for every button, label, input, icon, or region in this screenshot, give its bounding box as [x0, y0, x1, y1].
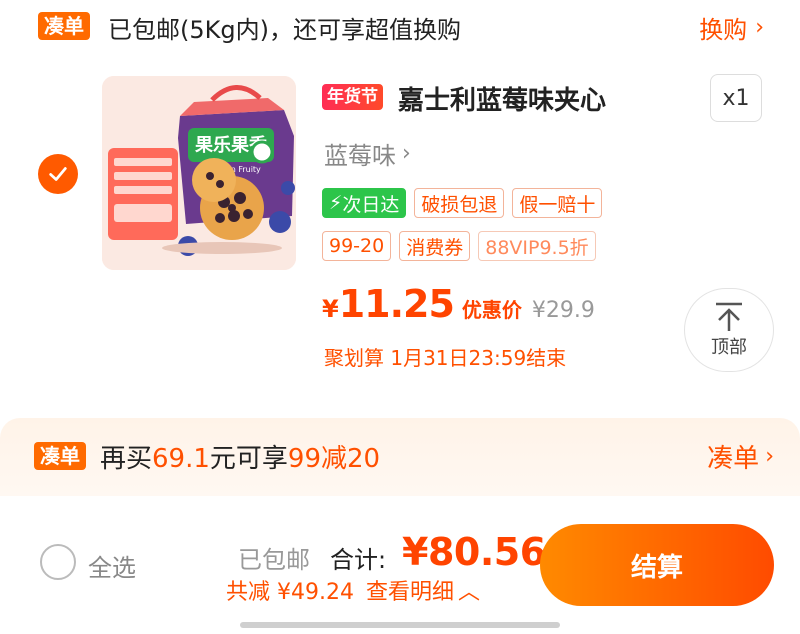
chevron-up-icon: ︿ — [458, 580, 481, 605]
variant-selector[interactable]: 蓝莓味 › — [324, 136, 411, 171]
lightning-icon: ⚡ — [329, 192, 343, 214]
saving-amount: 共减 ¥49.24 — [226, 580, 354, 605]
badge-next-day: ⚡ 次日达 — [322, 188, 407, 218]
checkout-button[interactable]: 结算 — [540, 524, 774, 606]
addon-tag: 凑单 — [34, 442, 86, 470]
select-all-label[interactable]: 全选 — [88, 548, 136, 583]
exchange-label: 换购 — [699, 16, 748, 44]
price-value: 11.25 — [338, 282, 455, 326]
quantity-selector[interactable]: x1 — [710, 74, 762, 122]
chevron-right-icon: › — [765, 444, 774, 469]
product-image[interactable]: 果乐果香 Fruit Fun Fruity — [102, 76, 296, 270]
addon-text: 再买69.1元可享99减20 — [100, 444, 381, 474]
original-price: ¥29.9 — [531, 298, 595, 323]
shipping-status-text: 已包邮(5Kg内)，还可享超值换购 — [108, 16, 461, 44]
addon-link-label: 凑单 — [707, 444, 760, 474]
view-details-link[interactable]: 查看明细 ︿ — [366, 574, 480, 606]
service-badges: ⚡ 次日达 破损包退 假一赔十 99-20 消费券 88VIP9.5折 — [322, 188, 642, 261]
price-label: 优惠价 — [461, 298, 522, 322]
promo-tag: 年货节 — [322, 84, 383, 110]
variant-label: 蓝莓味 — [324, 142, 396, 170]
badge-damage-refund: 破损包退 — [414, 188, 505, 218]
arrow-up-icon — [716, 302, 742, 331]
product-title[interactable]: 嘉士利蓝莓味夹心 — [398, 80, 606, 117]
chevron-right-icon: › — [755, 15, 764, 40]
chevron-right-icon: › — [402, 141, 411, 166]
badge-coupon-discount: 99-20 — [322, 231, 392, 261]
quantity-value: x1 — [722, 85, 750, 111]
checkmark-icon — [49, 167, 67, 181]
checkout-bar: 全选 已包邮 合计: ¥80.56 共减 ¥49.24 查看明细 ︿ 结算 — [0, 496, 800, 634]
home-indicator — [240, 622, 560, 628]
select-all-checkbox[interactable] — [40, 544, 76, 580]
back-to-top-label: 顶部 — [711, 337, 747, 358]
total-amount: ¥80.56 — [402, 530, 546, 574]
promotion-deadline: 聚划算 1月31日23:59结束 — [324, 346, 567, 370]
free-shipping-label: 已包邮 — [238, 546, 310, 574]
addon-tag: 凑单 — [38, 12, 90, 40]
shipping-bar: 凑单 已包邮(5Kg内)，还可享超值换购 换购 › — [0, 0, 800, 54]
addon-deal: 99减20 — [287, 444, 381, 474]
total-label: 合计: — [330, 546, 387, 574]
exchange-link[interactable]: 换购 › — [699, 10, 764, 45]
addon-amount: 69.1 — [152, 444, 210, 474]
saving-row: 共减 ¥49.24 查看明细 ︿ — [226, 574, 480, 606]
badge-consumer-voucher: 消费券 — [399, 231, 471, 261]
back-to-top-button[interactable]: 顶部 — [684, 288, 774, 372]
price-row: ¥ 11.25 优惠价 ¥29.9 — [322, 282, 595, 326]
addon-suggestion-bar: 凑单 再买69.1元可享99减20 凑单 › — [0, 418, 800, 496]
price-currency: ¥ — [322, 295, 339, 323]
badge-vip-discount: 88VIP9.5折 — [478, 231, 596, 261]
item-checkbox[interactable] — [38, 154, 78, 194]
product-image-illustration: 果乐果香 Fruit Fun Fruity — [102, 76, 296, 270]
badge-fake-compensation: 假一赔十 — [512, 188, 603, 218]
addon-link[interactable]: 凑单 › — [707, 438, 774, 475]
